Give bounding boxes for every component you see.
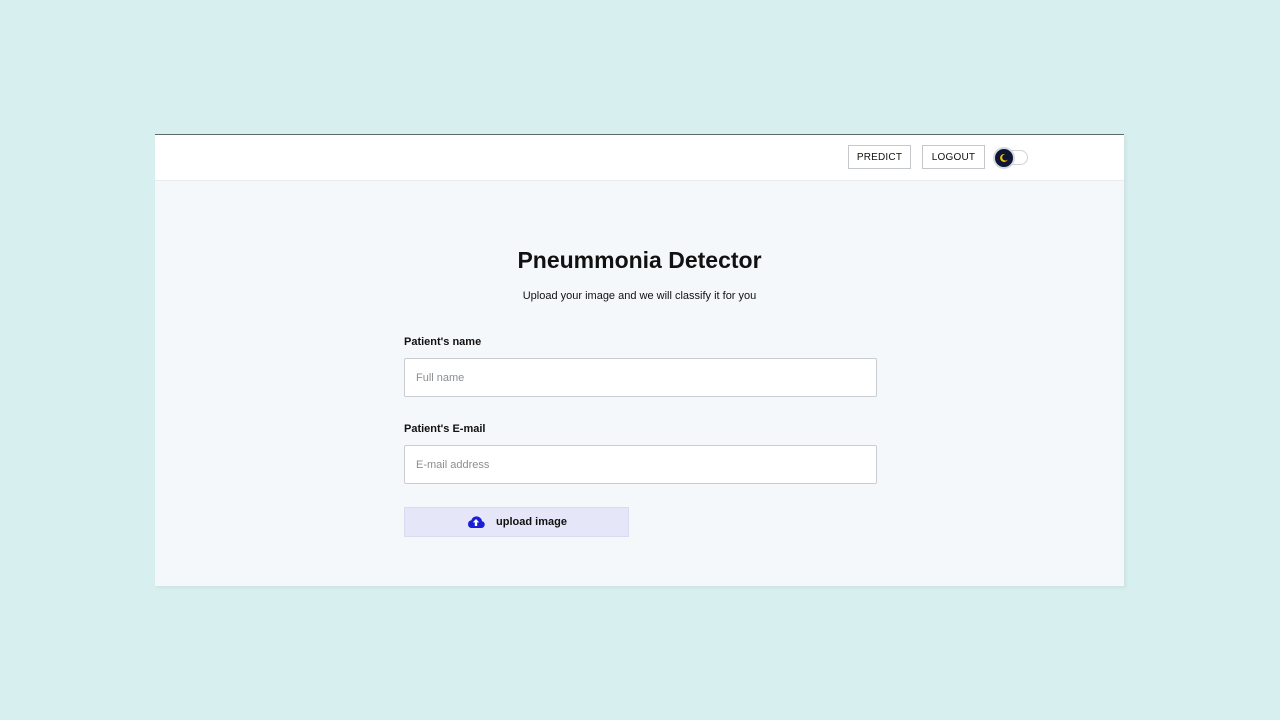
page-title: Pneummonia Detector (517, 247, 762, 273)
toggle-knob (993, 147, 1015, 169)
cloud-upload-icon (468, 516, 485, 528)
email-label: Patient's E-mail (404, 423, 486, 435)
name-input[interactable] (404, 358, 877, 397)
upload-image-button[interactable]: upload image (404, 507, 629, 537)
page-subtitle: Upload your image and we will classify i… (522, 290, 757, 302)
theme-toggle[interactable] (993, 147, 1030, 169)
navbar: PREDICT LOGOUT (155, 135, 1124, 181)
email-input[interactable] (404, 445, 877, 484)
moon-icon (1000, 153, 1008, 162)
name-label: Patient's name (404, 336, 482, 348)
upload-image-label: upload image (496, 516, 567, 528)
predict-button[interactable]: PREDICT (848, 145, 911, 169)
app-window: PREDICT LOGOUT Pneummonia Detector Uploa… (155, 134, 1124, 586)
logout-button[interactable]: LOGOUT (922, 145, 985, 169)
